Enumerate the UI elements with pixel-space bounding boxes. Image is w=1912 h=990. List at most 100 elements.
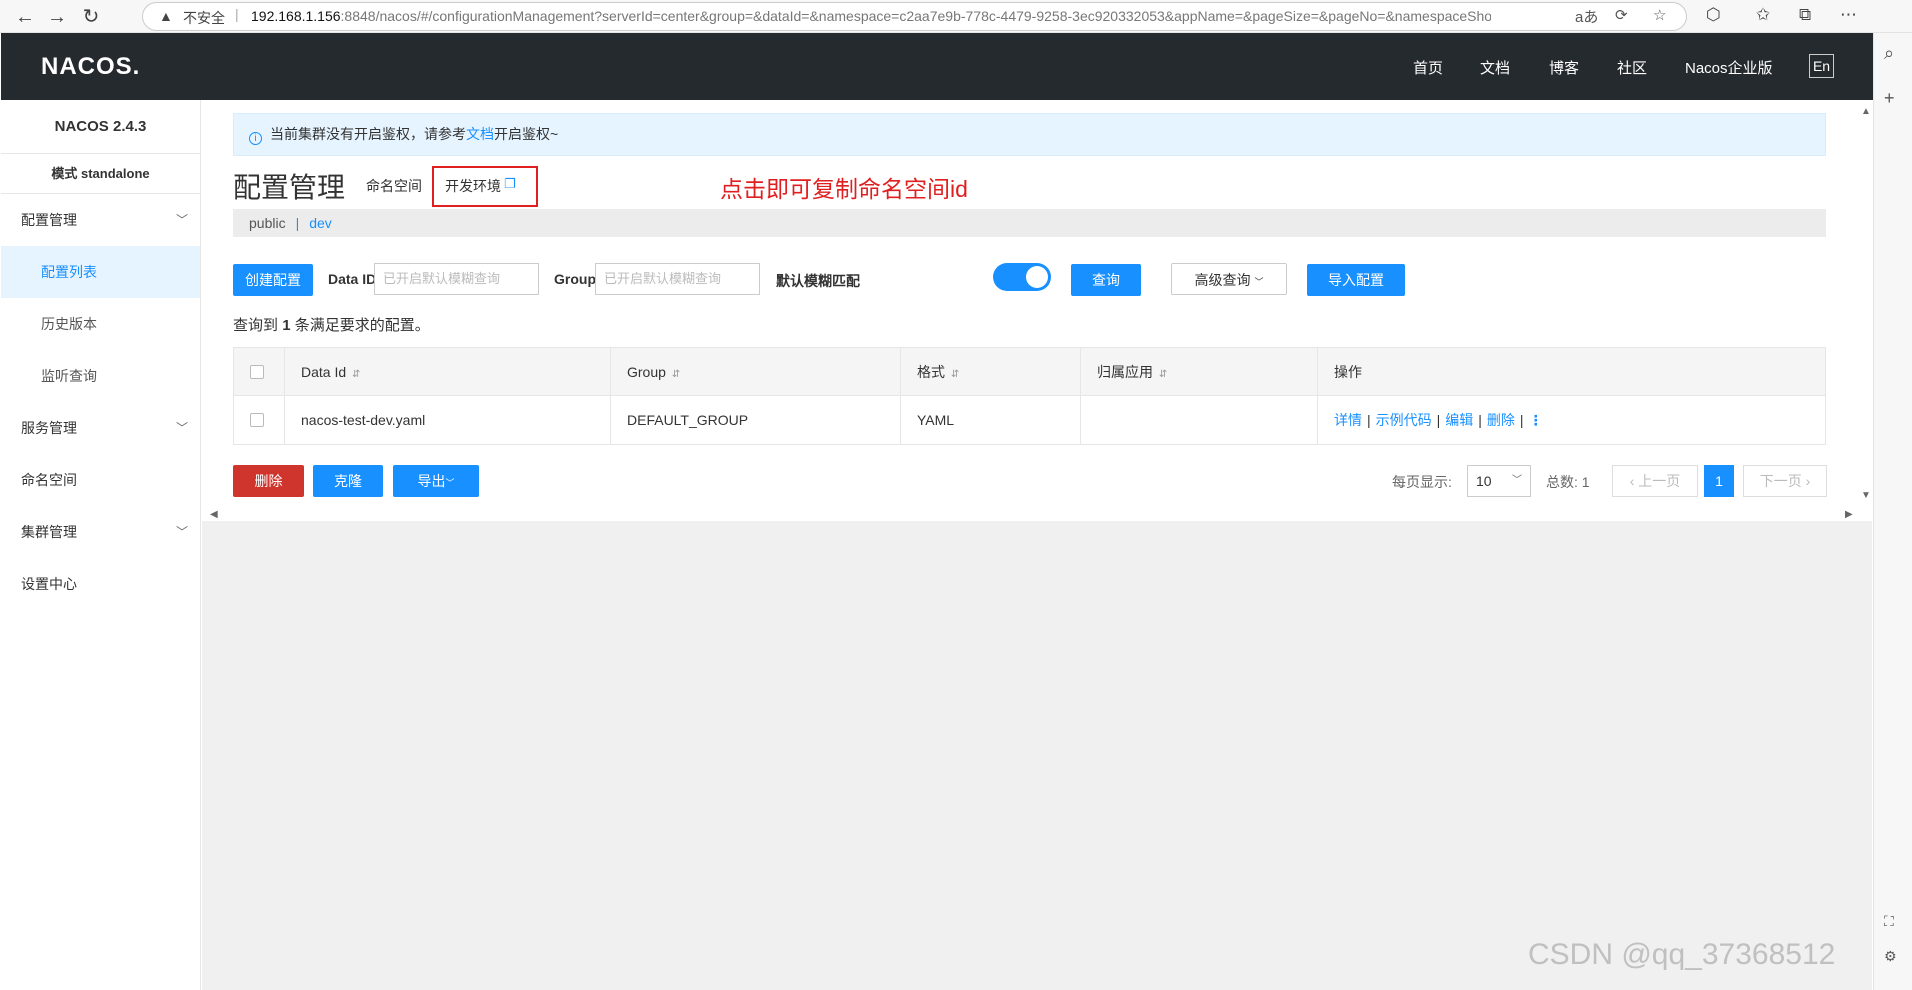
- import-config-button[interactable]: 导入配置: [1307, 264, 1405, 296]
- per-page-select[interactable]: 10 ﹀: [1467, 465, 1531, 497]
- current-page[interactable]: 1: [1704, 465, 1734, 497]
- more-icon[interactable]: ⋯: [1840, 5, 1857, 25]
- ops-separator: |: [1478, 412, 1482, 428]
- refresh-page-icon[interactable]: ⟳: [1615, 6, 1628, 24]
- version-label: NACOS 2.4.3: [1, 100, 200, 154]
- favorite-star-icon[interactable]: ☆: [1653, 6, 1666, 24]
- collections-icon[interactable]: ⧉: [1799, 5, 1811, 25]
- result-prefix: 查询到: [233, 317, 279, 334]
- result-number: 1: [282, 317, 291, 334]
- url-path: :8848/nacos/#/configurationManagement?se…: [340, 8, 1491, 24]
- cell-format: YAML: [901, 396, 1081, 444]
- edit-link[interactable]: 编辑: [1445, 412, 1473, 428]
- sidebar-item-service-management[interactable]: 服务管理 ﹀: [1, 402, 200, 454]
- back-icon[interactable]: ←: [12, 4, 38, 30]
- cell-app: [1081, 396, 1318, 444]
- row-checkbox-cell: [234, 396, 285, 444]
- create-config-button[interactable]: 创建配置: [233, 264, 313, 296]
- docs-link[interactable]: 文档: [466, 126, 494, 142]
- fuzzy-toggle[interactable]: [993, 263, 1051, 291]
- header-group[interactable]: Group ⇵: [611, 348, 901, 396]
- row-checkbox[interactable]: [250, 413, 264, 427]
- scroll-down-icon[interactable]: ▼: [1861, 490, 1871, 501]
- table-row: nacos-test-dev.yaml DEFAULT_GROUP YAML 详…: [234, 396, 1825, 444]
- sort-icon[interactable]: ⇵: [352, 369, 360, 380]
- translate-icon[interactable]: aあ: [1575, 6, 1598, 27]
- table-header: Data Id ⇵ Group ⇵ 格式 ⇵ 归属应用 ⇵ 操作: [234, 348, 1825, 396]
- ops-separator: |: [1367, 412, 1371, 428]
- nav-blog[interactable]: 博客: [1549, 57, 1579, 78]
- prev-page-button[interactable]: ‹ 上一页: [1612, 465, 1698, 497]
- delete-link[interactable]: 删除: [1487, 412, 1515, 428]
- app-header: NACOS. 首页 文档 博客 社区 Nacos企业版 En: [1, 33, 1873, 100]
- sort-icon[interactable]: ⇵: [951, 369, 959, 380]
- screenshot-icon[interactable]: ⛶: [1884, 913, 1894, 930]
- tab-public[interactable]: public: [249, 215, 286, 231]
- sidebar-item-config-management[interactable]: 配置管理 ﹀: [1, 194, 200, 246]
- reload-icon[interactable]: ↻: [78, 4, 104, 30]
- sidebar-item-label: 历史版本: [41, 316, 97, 332]
- more-ops-icon[interactable]: ⋮: [1529, 412, 1543, 428]
- header-label: 格式: [917, 364, 945, 380]
- sort-icon[interactable]: ⇵: [672, 369, 680, 380]
- nav-community[interactable]: 社区: [1617, 57, 1647, 78]
- extensions-icon[interactable]: ⬡: [1706, 5, 1721, 25]
- auth-alert: i 当前集群没有开启鉴权，请参考文档开启鉴权~: [233, 113, 1826, 156]
- sidebar-item-label: 配置列表: [41, 264, 97, 280]
- dataid-label: Data ID: [328, 271, 377, 287]
- header-dataid[interactable]: Data Id ⇵: [285, 348, 611, 396]
- url-host: 192.168.1.156: [251, 8, 341, 24]
- sidebar-item-history[interactable]: 历史版本: [1, 298, 200, 350]
- nav-home[interactable]: 首页: [1413, 57, 1443, 78]
- scroll-right-icon[interactable]: ▶: [1845, 509, 1853, 520]
- query-button[interactable]: 查询: [1071, 264, 1141, 296]
- sidebar-item-label: 监听查询: [41, 368, 97, 384]
- group-input[interactable]: 已开启默认模糊查询: [595, 263, 760, 295]
- next-page-button[interactable]: 下一页 ›: [1743, 465, 1827, 497]
- sample-code-link[interactable]: 示例代码: [1376, 412, 1432, 428]
- scroll-up-icon[interactable]: ▲: [1861, 106, 1871, 117]
- nacos-logo[interactable]: NACOS.: [41, 53, 140, 81]
- sidebar-item-config-list[interactable]: 配置列表: [1, 246, 200, 298]
- header-format[interactable]: 格式 ⇵: [901, 348, 1081, 396]
- details-link[interactable]: 详情: [1334, 412, 1362, 428]
- tab-dev[interactable]: dev: [309, 215, 332, 231]
- cell-group: DEFAULT_GROUP: [611, 396, 901, 444]
- advanced-query-button[interactable]: 高级查询 ﹀: [1171, 263, 1287, 295]
- export-button[interactable]: 导出﹀: [393, 465, 479, 497]
- result-count: 查询到 1 条满足要求的配置。: [233, 314, 430, 335]
- batch-delete-button[interactable]: 删除: [233, 465, 304, 497]
- sidebar-item-listener-query[interactable]: 监听查询: [1, 350, 200, 402]
- alert-text: 当前集群没有开启鉴权，请参考: [270, 126, 466, 142]
- result-suffix: 条满足要求的配置。: [294, 317, 430, 334]
- select-all-checkbox[interactable]: [250, 365, 264, 379]
- namespace-tabs: public | dev: [233, 209, 1826, 237]
- header-app[interactable]: 归属应用 ⇵: [1081, 348, 1318, 396]
- next-label: 下一页: [1759, 473, 1802, 489]
- scroll-left-icon[interactable]: ◀: [210, 509, 218, 520]
- copy-icon[interactable]: ❐: [504, 176, 516, 191]
- per-page-value: 10: [1476, 473, 1492, 489]
- settings-icon[interactable]: ⚙: [1884, 948, 1897, 965]
- dataid-input[interactable]: 已开启默认模糊查询: [374, 263, 539, 295]
- sidebar-item-namespace[interactable]: 命名空间: [1, 454, 200, 506]
- address-bar[interactable]: ▲ 不安全 | 192.168.1.156:8848/nacos/#/confi…: [142, 2, 1687, 31]
- language-toggle[interactable]: En: [1809, 54, 1834, 78]
- namespace-value[interactable]: 开发环境: [445, 176, 501, 196]
- nav-docs[interactable]: 文档: [1480, 57, 1510, 78]
- sort-icon[interactable]: ⇵: [1159, 369, 1167, 380]
- nav-enterprise[interactable]: Nacos企业版: [1685, 57, 1773, 78]
- sidebar-item-cluster-management[interactable]: 集群管理 ﹀: [1, 506, 200, 558]
- main-area: i 当前集群没有开启鉴权，请参考文档开启鉴权~ 配置管理 命名空间 开发环境 ❐ …: [202, 100, 1872, 990]
- url-text[interactable]: 192.168.1.156:8848/nacos/#/configuration…: [251, 8, 1491, 24]
- header-ops: 操作: [1334, 364, 1362, 380]
- favorites-icon[interactable]: ✩: [1756, 5, 1770, 25]
- total-label: 总数: 1: [1546, 474, 1590, 490]
- search-icon[interactable]: ⌕: [1884, 43, 1894, 64]
- forward-icon[interactable]: →: [44, 4, 70, 30]
- sidebar-item-settings[interactable]: 设置中心: [1, 558, 200, 610]
- sidebar-item-label: 服务管理: [21, 420, 77, 436]
- clone-button[interactable]: 克隆: [313, 465, 383, 497]
- add-icon[interactable]: +: [1884, 88, 1895, 109]
- info-icon: i: [249, 132, 262, 145]
